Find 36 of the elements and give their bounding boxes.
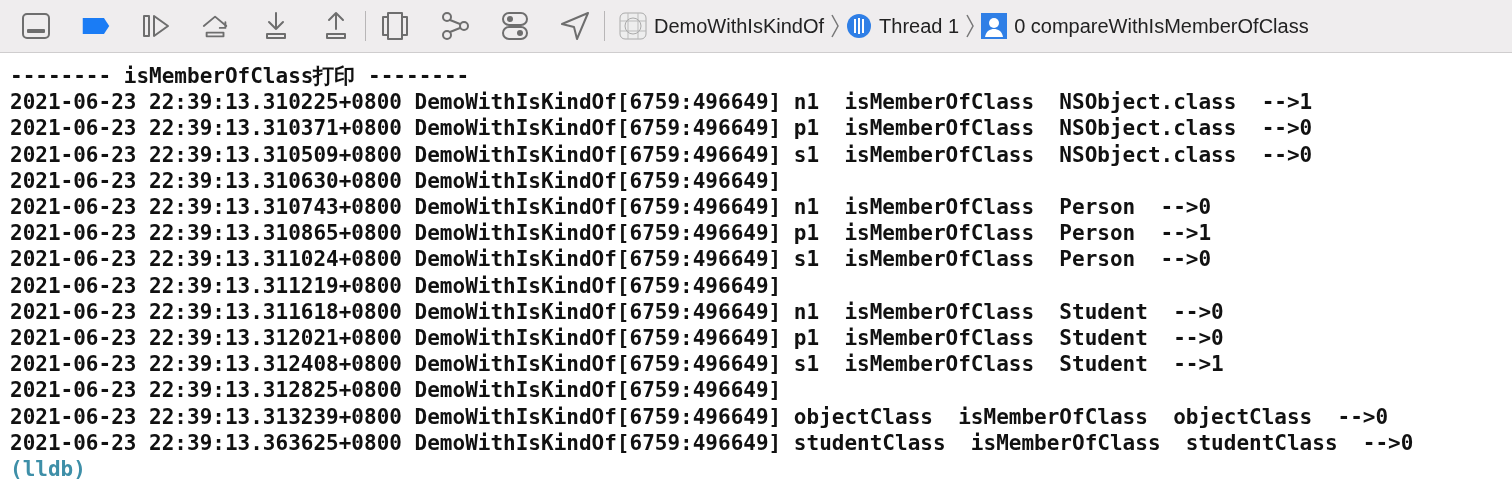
continue-icon (141, 13, 171, 39)
log-line: 2021-06-23 22:39:13.311618+0800 DemoWithIsKindOf[6759:496649] n1 isMemberOfClass Student -->0 (10, 298, 1224, 326)
log-line: 2021-06-23 22:39:13.312021+0800 DemoWithIsKindOf[6759:496649] p1 isMemberOfClass Student -->0 (10, 325, 1224, 352)
breadcrumb-item[interactable]: 0 compareWithIsMemberOfClass (981, 13, 1309, 39)
log-line: 2021-06-23 22:39:13.310630+0800 DemoWithIsKindOf[6759:496649] (10, 167, 782, 194)
location-arrow-icon (560, 11, 590, 41)
log-line: 2021-06-23 22:39:13.310225+0800 DemoWithIsKindOf[6759:496649] n1 isMemberOfClass NSObject.class -->1 (10, 89, 1313, 116)
log-line: 2021-06-23 22:39:13.310371+0800 DemoWithIsKindOf[6759:496649] p1 isMemberOfClass NSObject.class -->0 (10, 115, 1313, 142)
breadcrumb-item[interactable]: Thread 1 (846, 13, 960, 39)
view-hierarchy-icon (380, 11, 410, 41)
log-line: 2021-06-23 22:39:13.312408+0800 DemoWithIsKindOf[6759:496649] s1 isMemberOfClass Student -->1 (10, 351, 1224, 378)
view-hierarchy-button[interactable] (380, 11, 410, 41)
log-line: 2021-06-23 22:39:13.313239+0800 DemoWithIsKindOf[6759:496649] objectClass isMemberOfClass objectClass -->0 (10, 403, 1389, 430)
hide-console-button[interactable] (21, 11, 51, 41)
app-icon (619, 12, 647, 40)
log-line: -------- isMemberOfClass打印 -------- (10, 63, 470, 90)
log-line: 2021-06-23 22:39:13.310743+0800 DemoWithIsKindOf[6759:496649] n1 isMemberOfClass Person -->0 (10, 194, 1212, 221)
toggles-icon (501, 11, 529, 41)
debugger-prompt: (lldb) (10, 456, 86, 483)
thread-icon (846, 13, 873, 39)
log-line: 2021-06-23 22:39:13.311219+0800 DemoWithIsKindOf[6759:496649] (10, 272, 782, 299)
graph-icon (440, 12, 470, 40)
log-line: 2021-06-23 22:39:13.310509+0800 DemoWithIsKindOf[6759:496649] s1 isMemberOfClass NSObject.class -->0 (10, 141, 1313, 168)
chevron-icon (965, 13, 976, 39)
log-line: 2021-06-23 22:39:13.310865+0800 DemoWithIsKindOf[6759:496649] p1 isMemberOfClass Person -->1 (10, 220, 1212, 247)
breakpoint-icon (81, 15, 111, 37)
location-button[interactable] (560, 11, 590, 41)
panel-icon (21, 11, 51, 41)
log-line: 2021-06-23 22:39:13.312825+0800 DemoWithIsKindOf[6759:496649] (10, 377, 782, 404)
chevron-icon (830, 13, 841, 39)
breadcrumb-item[interactable]: DemoWithIsKindOf (619, 12, 825, 40)
memory-graph-button[interactable] (440, 11, 470, 41)
environment-button[interactable] (500, 11, 530, 41)
log-line: 2021-06-23 22:39:13.363625+0800 DemoWithIsKindOf[6759:496649] studentClass isMemberOfClass studentClass -->0 (10, 429, 1414, 457)
person-icon (981, 13, 1008, 39)
log-line: 2021-06-23 22:39:13.311024+0800 DemoWithIsKindOf[6759:496649] s1 isMemberOfClass Person -->0 (10, 246, 1212, 273)
